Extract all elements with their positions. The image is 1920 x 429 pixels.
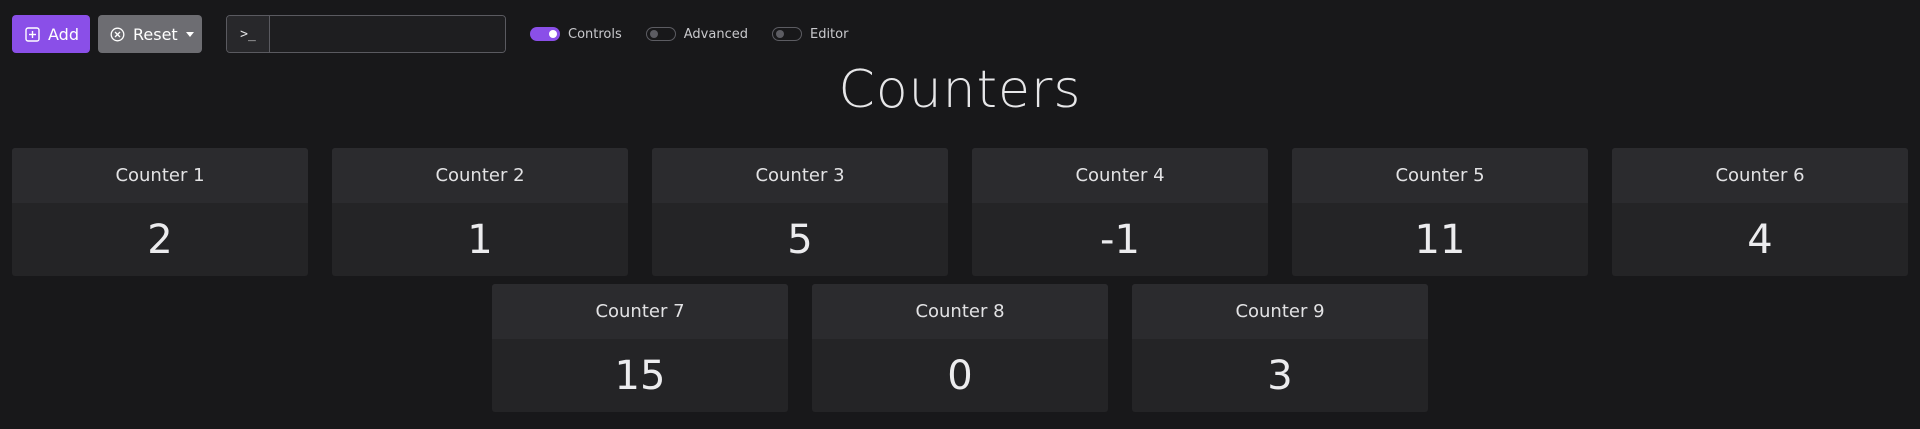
counter-value: 3 — [1267, 352, 1293, 399]
counter-label: Counter 5 — [1292, 148, 1588, 203]
counter-value: 11 — [1414, 216, 1466, 263]
counter-label: Counter 2 — [332, 148, 628, 203]
page-title: Counters — [838, 60, 1082, 120]
counter-label: Counter 9 — [1132, 284, 1428, 339]
chevron-down-icon[interactable] — [185, 31, 194, 37]
plus-square-icon — [25, 26, 40, 42]
editor-switch[interactable] — [771, 27, 802, 41]
counter-value: 15 — [614, 352, 666, 399]
toggle-editor-label: Editor — [809, 26, 849, 42]
counter-card: Counter 4 -1 — [972, 148, 1268, 276]
add-button[interactable]: Add — [12, 15, 90, 53]
counter-card: Counter 6 4 — [1612, 148, 1908, 276]
counter-label: Counter 1 — [12, 148, 308, 203]
toggle-controls-label: Controls — [568, 26, 622, 42]
counter-label: Counter 6 — [1612, 148, 1908, 203]
counter-label: Counter 7 — [492, 284, 788, 339]
command-prompt-icon: >_ — [227, 16, 270, 52]
reset-button-label: Reset — [133, 24, 178, 44]
toggle-group: Controls Advanced Editor — [530, 27, 872, 42]
command-input[interactable] — [270, 16, 505, 52]
counter-value: 0 — [947, 352, 973, 399]
advanced-switch[interactable] — [645, 27, 676, 41]
counter-card: Counter 5 11 — [1292, 148, 1588, 276]
counter-card: Counter 7 15 — [492, 284, 788, 412]
counter-card: Counter 8 0 — [812, 284, 1108, 412]
command-box: >_ — [226, 15, 506, 53]
counter-value: 5 — [787, 216, 813, 263]
x-circle-icon — [110, 26, 125, 42]
counter-card: Counter 1 2 — [12, 148, 308, 276]
toolbar: Add Reset >_ Controls Advanced Editor — [12, 15, 872, 53]
toggle-editor[interactable]: Editor — [771, 26, 849, 42]
counter-value: 2 — [147, 216, 173, 263]
counter-card: Counter 3 5 — [652, 148, 948, 276]
counter-value: 1 — [467, 216, 493, 263]
counter-label: Counter 3 — [652, 148, 948, 203]
toggle-controls[interactable]: Controls — [530, 27, 622, 42]
counter-card: Counter 2 1 — [332, 148, 628, 276]
toggle-advanced[interactable]: Advanced — [645, 26, 748, 42]
counter-value: 4 — [1747, 216, 1773, 263]
counter-label: Counter 8 — [812, 284, 1108, 339]
toggle-advanced-label: Advanced — [683, 26, 748, 42]
counter-card: Counter 9 3 — [1132, 284, 1428, 412]
counter-value: -1 — [1100, 216, 1140, 263]
controls-switch[interactable] — [530, 27, 560, 41]
counter-label: Counter 4 — [972, 148, 1268, 203]
add-button-label: Add — [48, 24, 79, 44]
reset-button[interactable]: Reset — [98, 15, 202, 53]
